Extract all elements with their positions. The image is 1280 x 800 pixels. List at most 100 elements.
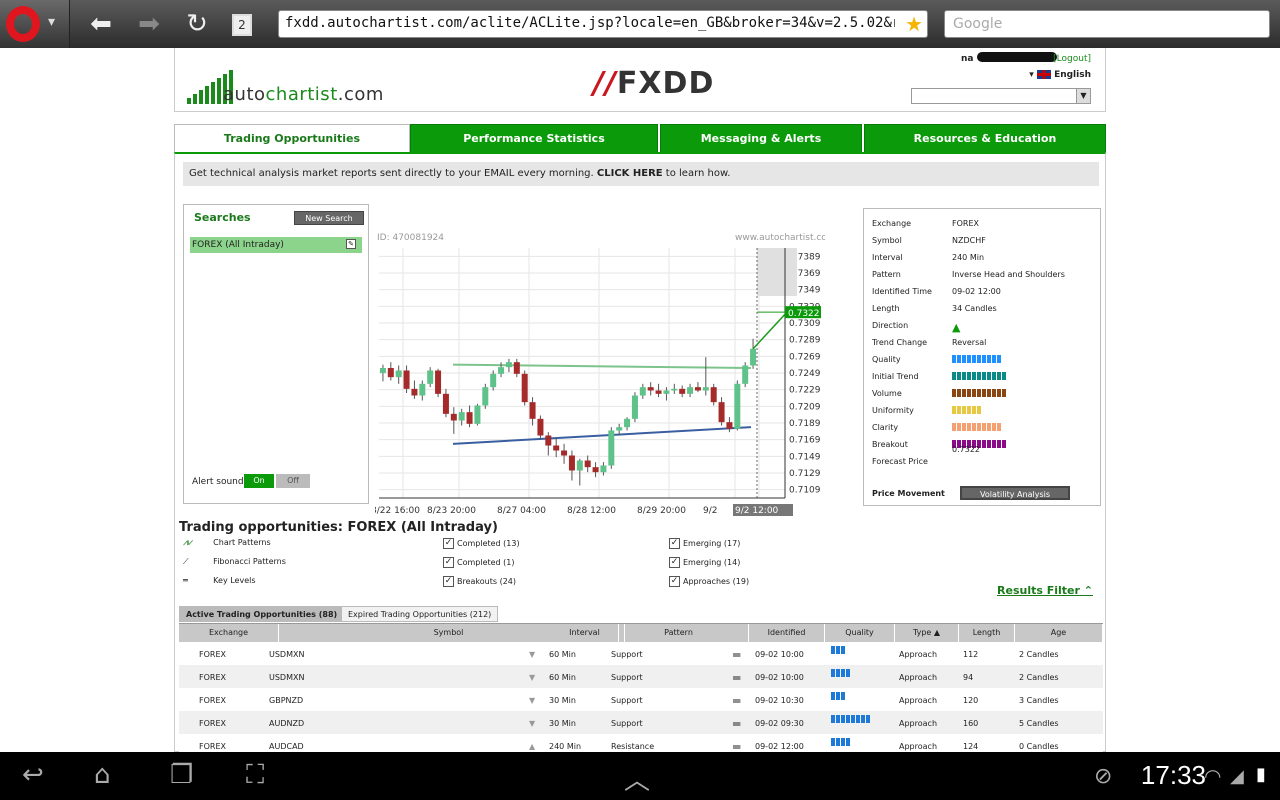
uk-flag-icon bbox=[1036, 70, 1051, 79]
checkbox-checked-icon: ✓ bbox=[669, 576, 680, 587]
candle-body bbox=[474, 405, 481, 424]
table-row[interactable]: FOREX GBPNZD ▼ 30 Min Support ═ 09-02 10:30 App… bbox=[179, 688, 1103, 711]
alert-off-button[interactable]: Off bbox=[276, 474, 310, 488]
web-page: autochartist.com //FXDD na [Logout] ▾ En… bbox=[174, 48, 1106, 752]
results-filter-label: Results Filter bbox=[997, 584, 1080, 597]
quality-segment bbox=[841, 715, 845, 723]
detail-row: Identified Time 09-02 12:00 bbox=[872, 287, 1098, 304]
logo-bar bbox=[205, 86, 209, 104]
cell-pattern: Support bbox=[611, 696, 643, 705]
chevron-up-icon: ⌃ bbox=[1083, 584, 1093, 597]
address-bar[interactable]: fxdd.autochartist.com/aclite/ACLite.jsp?… bbox=[278, 10, 928, 38]
signal-icon: ◢ bbox=[1230, 766, 1244, 787]
cell-interval: 60 Min bbox=[549, 650, 576, 659]
tab-messaging-alerts[interactable]: Messaging & Alerts bbox=[660, 124, 862, 154]
candle-body bbox=[450, 413, 457, 421]
language-selector[interactable]: ▾ English bbox=[1029, 70, 1091, 80]
home-icon[interactable]: ⌂ bbox=[94, 760, 111, 790]
approaches-checkbox[interactable]: ✓ Approaches (19) bbox=[669, 576, 749, 590]
score-segment bbox=[972, 372, 976, 380]
cell-type: Approach bbox=[899, 673, 938, 682]
column-header[interactable]: Identified bbox=[749, 624, 825, 642]
column-header[interactable]: Pattern bbox=[609, 624, 749, 642]
bookmark-star-icon[interactable]: ★ bbox=[905, 12, 923, 36]
quality-segment bbox=[831, 738, 835, 746]
battery-icon: ▮ bbox=[1256, 764, 1266, 785]
search-input[interactable]: Google bbox=[944, 10, 1270, 38]
candle-body bbox=[403, 370, 410, 389]
recent-apps-icon[interactable]: ❐ bbox=[170, 760, 193, 790]
autochartist-logo[interactable]: autochartist.com bbox=[223, 84, 384, 105]
alert-on-button[interactable]: On bbox=[244, 474, 274, 488]
cell-identified: 09-02 10:00 bbox=[755, 673, 804, 682]
chevron-up-icon[interactable]: ︿ bbox=[624, 760, 650, 797]
back-arrow-icon[interactable]: ⬅ bbox=[84, 8, 118, 40]
emerging-fib-checkbox[interactable]: ✓ Emerging (14) bbox=[669, 557, 740, 571]
tab-trading-opportunities[interactable]: Trading Opportunities bbox=[174, 124, 410, 154]
cell-symbol: GBPNZD bbox=[269, 696, 304, 705]
screenshot-icon[interactable]: ⛶ bbox=[246, 760, 264, 791]
score-segment bbox=[982, 423, 986, 431]
table-row[interactable]: FOREX USDMXN ▼ 60 Min Support ═ 09-02 10:00 App… bbox=[179, 642, 1103, 665]
price-chart[interactable]: ID: 470081924www.autochartist.com0.73890… bbox=[371, 218, 836, 518]
cell-length: 124 bbox=[963, 742, 979, 751]
column-header[interactable]: Age bbox=[1015, 624, 1103, 642]
checkbox-label: Completed (1) bbox=[457, 558, 515, 567]
saved-search-item[interactable]: FOREX (All Intraday) ✎ bbox=[190, 237, 362, 253]
completed-chart-checkbox[interactable]: ✓ Completed (13) bbox=[443, 538, 520, 552]
status-clock: 17:33 bbox=[1140, 760, 1206, 790]
score-segment bbox=[997, 423, 1001, 431]
promo-link[interactable]: CLICK HERE bbox=[597, 168, 663, 179]
breakouts-checkbox[interactable]: ✓ Breakouts (24) bbox=[443, 576, 516, 590]
column-header[interactable]: Quality bbox=[825, 624, 895, 642]
forecast-value-row: 0.7322 bbox=[872, 445, 1098, 468]
key-levels-icon: ═ bbox=[183, 576, 188, 585]
cell-length: 112 bbox=[963, 650, 979, 659]
key-level-icon: ═ bbox=[733, 648, 741, 662]
table-row[interactable]: FOREX AUDCAD ▲ 240 Min Resistance ═ 09-02 12:0… bbox=[179, 734, 1103, 752]
cell-identified: 09-02 10:30 bbox=[755, 696, 804, 705]
tab-performance-statistics[interactable]: Performance Statistics bbox=[410, 124, 658, 154]
tab-expired-opportunities[interactable]: Expired Trading Opportunities (212) bbox=[341, 606, 499, 622]
wifi-icon: ◠ bbox=[1204, 764, 1222, 788]
back-icon[interactable]: ↩ bbox=[22, 760, 44, 790]
candle-body bbox=[750, 348, 757, 366]
logo-bar bbox=[187, 98, 191, 104]
opera-menu-button[interactable]: ▾ bbox=[0, 0, 70, 48]
column-header[interactable]: Type ▲ bbox=[895, 624, 959, 642]
quality-segment bbox=[836, 738, 840, 746]
checkbox-checked-icon: ✓ bbox=[443, 576, 454, 587]
tab-active-opportunities[interactable]: Active Trading Opportunities (88) bbox=[179, 606, 345, 622]
edit-icon[interactable]: ✎ bbox=[346, 239, 356, 249]
cell-interval: 240 Min bbox=[549, 742, 582, 751]
quality-segment bbox=[841, 646, 845, 654]
url-text: fxdd.autochartist.com/aclite/ACLite.jsp?… bbox=[285, 15, 895, 31]
account-select[interactable]: ▼ bbox=[911, 88, 1091, 104]
emerging-chart-checkbox[interactable]: ✓ Emerging (17) bbox=[669, 538, 740, 552]
tab-resources-education[interactable]: Resources & Education bbox=[864, 124, 1106, 154]
cell-pattern: Support bbox=[611, 650, 643, 659]
quality-segment bbox=[831, 646, 835, 654]
detail-row: Trend Change Reversal bbox=[872, 338, 1098, 355]
table-row[interactable]: FOREX AUDNZD ▼ 30 Min Support ═ 09-02 09:30 App… bbox=[179, 711, 1103, 734]
checkbox-label: Approaches (19) bbox=[683, 577, 750, 586]
score-segment bbox=[962, 372, 966, 380]
score-segment bbox=[962, 389, 966, 397]
score-row: Clarity bbox=[872, 423, 1098, 440]
android-system-bar: ↩ ⌂ ❐ ⛶ ︿ ⊘ 17:33 ◠ ◢ ▮ bbox=[0, 752, 1280, 800]
completed-fib-checkbox[interactable]: ✓ Completed (1) bbox=[443, 557, 515, 571]
tabs-button[interactable]: 2 bbox=[232, 14, 252, 36]
cell-length: 120 bbox=[963, 696, 979, 705]
forward-arrow-icon[interactable]: ➡ bbox=[132, 8, 166, 40]
table-row[interactable]: FOREX USDMXN ▼ 60 Min Support ═ 09-02 10:00 App… bbox=[179, 665, 1103, 688]
logout-link[interactable]: [Logout] bbox=[1053, 54, 1091, 64]
reload-icon[interactable]: ↻ bbox=[180, 8, 214, 40]
column-header[interactable]: Exchange bbox=[179, 624, 279, 642]
score-segment bbox=[957, 423, 961, 431]
quality-segment bbox=[841, 692, 845, 700]
results-filter-link[interactable]: Results Filter ⌃ bbox=[997, 584, 1093, 597]
volatility-analysis-button[interactable]: Volatility Analysis bbox=[960, 486, 1070, 500]
key-level-icon: ═ bbox=[733, 740, 741, 752]
column-header[interactable]: Length bbox=[959, 624, 1015, 642]
new-search-button[interactable]: New Search bbox=[294, 211, 364, 225]
